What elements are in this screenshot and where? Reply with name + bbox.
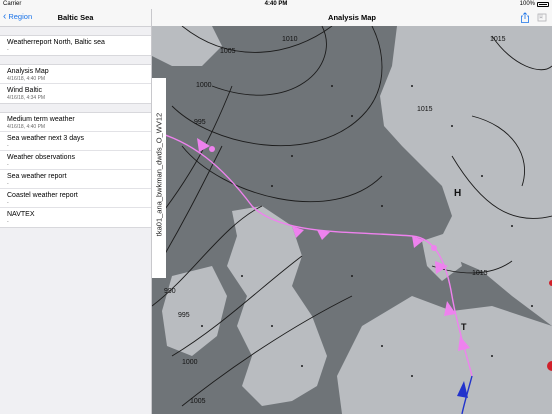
list-item-weather-observations[interactable]: Weather observations - bbox=[0, 151, 151, 170]
map-id-text: tka01_ana_bwkman_dwds_O_WV12 bbox=[154, 112, 164, 237]
item-subtitle: - bbox=[7, 162, 9, 168]
sidebar-navbar: ‹ Region Baltic Sea bbox=[0, 9, 151, 27]
low-pressure-label: T bbox=[461, 322, 467, 332]
isobar-label: 1005 bbox=[220, 48, 236, 55]
high-pressure-label: H bbox=[454, 188, 462, 199]
sidebar-title: Baltic Sea bbox=[57, 13, 94, 22]
detail-title: Analysis Map bbox=[328, 13, 376, 22]
list-item-wind-baltic[interactable]: Wind Baltic 4/16/18, 4:34 PM bbox=[0, 84, 151, 103]
list-group: Analysis Map 4/16/18, 4:40 PM Wind Balti… bbox=[0, 64, 151, 104]
isobar-label: 995 bbox=[194, 119, 206, 126]
map-id-label: tka01_ana_bwkman_dwds_O_WV12 bbox=[152, 78, 166, 278]
battery-percent: 100% bbox=[519, 1, 535, 7]
analysis-map[interactable]: 1010 1005 1000 995 1015 1015 1015 985 99… bbox=[152, 26, 552, 414]
list-item-coastel-weather-report[interactable]: Coastel weather report - bbox=[0, 189, 151, 208]
item-subtitle: - bbox=[7, 219, 9, 225]
item-subtitle: - bbox=[7, 200, 9, 206]
item-title: Coastel weather report bbox=[7, 192, 78, 199]
item-title: NAVTEX bbox=[7, 211, 35, 218]
isobar-label: 1000 bbox=[196, 82, 212, 89]
item-subtitle: - bbox=[7, 47, 9, 53]
isobar-label: 1015 bbox=[472, 270, 488, 277]
item-subtitle: 4/16/18, 4:40 PM bbox=[7, 76, 46, 82]
list-item-sea-weather-report[interactable]: Sea weather report - bbox=[0, 170, 151, 189]
item-title: Wind Baltic bbox=[7, 87, 43, 94]
isobar-label: 990 bbox=[164, 288, 176, 295]
detail-navbar: Analysis Map bbox=[152, 9, 552, 27]
weather-map-graphic bbox=[152, 26, 552, 414]
isobar-label: 995 bbox=[178, 312, 190, 319]
item-subtitle: 4/16/18, 4:40 PM bbox=[7, 124, 46, 130]
battery-indicator: 100% bbox=[520, 1, 549, 7]
list-item-weatherreport[interactable]: Weatherreport North, Baltic sea - bbox=[0, 36, 151, 55]
list-item-medium-term-weather[interactable]: Medium term weather 4/16/18, 4:40 PM bbox=[0, 113, 151, 132]
item-title: Sea weather next 3 days bbox=[7, 135, 85, 142]
list-item-analysis-map[interactable]: Analysis Map 4/16/18, 4:40 PM bbox=[0, 65, 151, 84]
share-icon[interactable] bbox=[520, 12, 530, 23]
isobar-label: 1005 bbox=[190, 398, 206, 405]
isobar-label: 1015 bbox=[417, 106, 433, 113]
list-group: Medium term weather 4/16/18, 4:40 PM Sea… bbox=[0, 112, 151, 228]
item-title: Weather observations bbox=[7, 154, 75, 161]
list-item-navtex[interactable]: NAVTEX - bbox=[0, 208, 151, 227]
item-subtitle: 4/16/18, 4:34 PM bbox=[7, 95, 46, 101]
isobar-label: 1015 bbox=[490, 36, 506, 43]
item-title: Analysis Map bbox=[7, 68, 49, 75]
bookmark-icon[interactable] bbox=[537, 13, 547, 22]
status-time: 4:40 PM bbox=[264, 1, 288, 7]
item-title: Sea weather report bbox=[7, 173, 67, 180]
sidebar: ‹ Region Baltic Sea Weatherreport North,… bbox=[0, 9, 152, 414]
item-title: Weatherreport North, Baltic sea bbox=[7, 39, 105, 46]
item-title: Medium term weather bbox=[7, 116, 75, 123]
detail-pane: Analysis Map 1010 1005 1000 995 1015 101… bbox=[152, 9, 552, 414]
item-subtitle: - bbox=[7, 181, 9, 187]
list-item-sea-weather-3-days[interactable]: Sea weather next 3 days - bbox=[0, 132, 151, 151]
item-subtitle: - bbox=[7, 143, 9, 149]
isobar-label: 1000 bbox=[182, 359, 198, 366]
list-group: Weatherreport North, Baltic sea - bbox=[0, 35, 151, 56]
status-bar: Carrier 4:40 PM 100% bbox=[0, 0, 552, 9]
isobar-label: 1010 bbox=[282, 36, 298, 43]
battery-icon bbox=[537, 1, 549, 7]
